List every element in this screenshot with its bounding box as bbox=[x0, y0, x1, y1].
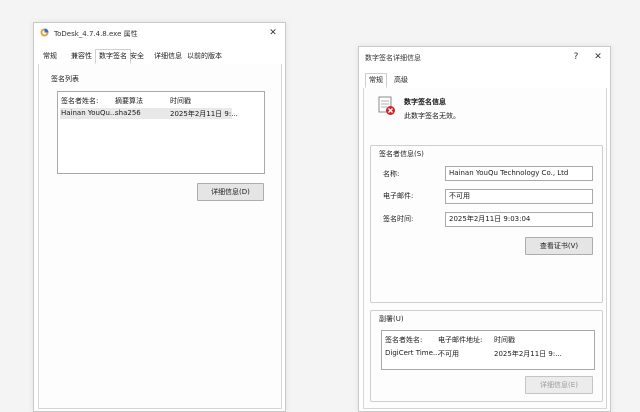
countersignature-group: 副署(U) 签名者姓名: 电子邮件地址: 时间戳 DigiCert Time..… bbox=[370, 310, 603, 402]
signature-details-window: 数字签名详细信息 ? ✕ 常规 高级 数字签名信息 此数字签名无效。 签名者信息… bbox=[358, 46, 611, 412]
window-title: ToDesk_4.7.4.8.exe 属性 bbox=[54, 30, 138, 38]
tab-details[interactable]: 详细信息 bbox=[151, 50, 185, 63]
close-icon[interactable]: ✕ bbox=[590, 50, 606, 64]
help-icon[interactable]: ? bbox=[568, 50, 584, 64]
title-bar[interactable]: 数字签名详细信息 ? ✕ bbox=[359, 47, 610, 67]
timestamp-cell: 2025年2月11日 9:... bbox=[170, 110, 238, 118]
tab-previous-versions[interactable]: 以前的版本 bbox=[184, 50, 225, 63]
email-cell: 不可用 bbox=[438, 350, 459, 358]
file-properties-window: ToDesk_4.7.4.8.exe 属性 ✕ 常规 兼容性 数字签名 安全 详… bbox=[33, 22, 286, 412]
details-button[interactable]: 详细信息(D) bbox=[197, 183, 264, 201]
signer-name-field[interactable]: Hainan YouQu Technology Co., Ltd bbox=[445, 166, 593, 181]
signer-info-label: 签名者信息(S) bbox=[377, 149, 426, 159]
signature-status-text: 此数字签名无效。 bbox=[404, 112, 460, 120]
certificate-warning-icon bbox=[378, 96, 396, 116]
signature-list-label: 签名列表 bbox=[51, 75, 79, 83]
tab-strip: 常规 兼容性 数字签名 安全 详细信息 以前的版本 bbox=[38, 49, 281, 65]
signer-name-cell: Hainan YouQu... bbox=[61, 109, 117, 117]
email-label: 电子邮件: bbox=[383, 192, 414, 200]
todesk-app-icon bbox=[40, 28, 49, 37]
tab-content: 数字签名信息 此数字签名无效。 签名者信息(S) 名称: Hainan YouQ… bbox=[363, 88, 607, 409]
view-certificate-button[interactable]: 查看证书(V) bbox=[525, 237, 593, 255]
countersignature-details-button[interactable]: 详细信息(E) bbox=[525, 376, 593, 394]
signing-time-label: 签名时间: bbox=[383, 215, 414, 223]
close-icon[interactable]: ✕ bbox=[265, 26, 281, 40]
table-row[interactable]: Hainan YouQu... sha256 2025年2月11日 9:... bbox=[60, 108, 238, 119]
title-bar[interactable]: ToDesk_4.7.4.8.exe 属性 ✕ bbox=[34, 23, 285, 43]
signature-info-title: 数字签名信息 bbox=[404, 98, 446, 106]
signature-list[interactable]: 签名者姓名: 摘要算法 时间戳 Hainan YouQu... sha256 2… bbox=[57, 91, 265, 174]
table-row[interactable]: DigiCert Time... 不可用 2025年2月11日 9:... bbox=[384, 348, 584, 359]
tab-compatibility[interactable]: 兼容性 bbox=[68, 50, 95, 63]
window-title: 数字签名详细信息 bbox=[365, 54, 421, 62]
email-field[interactable]: 不可用 bbox=[445, 189, 593, 204]
column-header-digest[interactable]: 摘要算法 bbox=[115, 96, 143, 106]
signer-info-group: 签名者信息(S) 名称: Hainan YouQu Technology Co.… bbox=[370, 145, 603, 303]
column-header-timestamp[interactable]: 时间戳 bbox=[494, 335, 515, 345]
tab-general[interactable]: 常规 bbox=[40, 50, 60, 63]
tab-strip: 常规 高级 bbox=[363, 73, 606, 89]
column-header-signer[interactable]: 签名者姓名: bbox=[385, 335, 422, 345]
signing-time-field[interactable]: 2025年2月11日 9:03:04 bbox=[445, 212, 593, 227]
tab-content: 签名列表 签名者姓名: 摘要算法 时间戳 Hainan YouQu... sha… bbox=[38, 64, 282, 409]
digest-cell: sha256 bbox=[115, 109, 141, 117]
name-label: 名称: bbox=[383, 170, 400, 178]
signer-name-cell: DigiCert Time... bbox=[385, 349, 440, 357]
column-header-email[interactable]: 电子邮件地址: bbox=[438, 335, 482, 345]
countersignature-list[interactable]: 签名者姓名: 电子邮件地址: 时间戳 DigiCert Time... 不可用 … bbox=[381, 330, 595, 370]
column-header-timestamp[interactable]: 时间戳 bbox=[170, 96, 191, 106]
tab-advanced[interactable]: 高级 bbox=[391, 74, 411, 87]
column-header-signer[interactable]: 签名者姓名: bbox=[61, 96, 98, 106]
tab-general[interactable]: 常规 bbox=[365, 73, 387, 88]
tab-digital-signatures[interactable]: 数字签名 bbox=[95, 49, 131, 64]
timestamp-cell: 2025年2月11日 9:... bbox=[494, 350, 562, 358]
tab-security[interactable]: 安全 bbox=[127, 50, 147, 63]
countersignature-label: 副署(U) bbox=[377, 314, 406, 324]
